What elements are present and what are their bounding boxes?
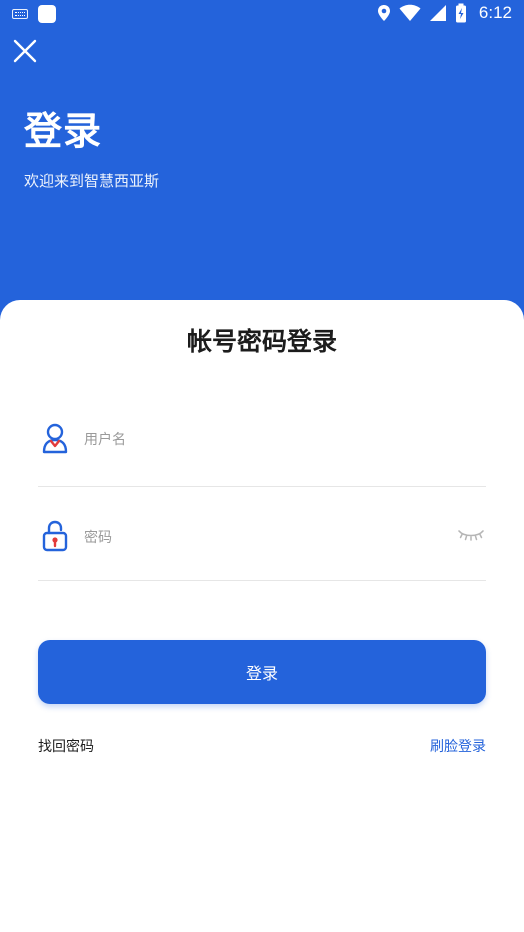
username-field (38, 410, 486, 487)
status-bar-right: 6:12 (377, 3, 512, 23)
user-icon (42, 423, 68, 454)
close-button[interactable] (10, 36, 40, 66)
header: 6:12 登录 欢迎来到智慧西亚斯 (0, 0, 524, 330)
signal-icon (429, 5, 446, 21)
face-login-link[interactable]: 刷脸登录 (430, 736, 486, 756)
keyboard-icon (12, 9, 28, 19)
login-button[interactable]: 登录 (38, 640, 486, 704)
password-field (38, 508, 486, 581)
close-icon (13, 39, 37, 63)
location-icon (377, 5, 390, 21)
password-input[interactable] (82, 522, 446, 554)
login-card: 帐号密码登录 登录 找回密码 刷脸登录 (0, 300, 524, 932)
wifi-icon (399, 4, 421, 21)
lock-icon (42, 520, 68, 552)
username-input[interactable] (82, 424, 446, 456)
card-title: 帐号密码登录 (186, 327, 337, 356)
app-square-icon (38, 5, 56, 23)
welcome-subtitle: 欢迎来到智慧西亚斯 (24, 172, 160, 190)
status-bar: 6:12 (0, 0, 524, 28)
eye-closed-icon (458, 530, 484, 541)
status-time: 6:12 (478, 3, 512, 22)
status-bar-left (12, 5, 56, 23)
forgot-password-link[interactable]: 找回密码 (38, 736, 94, 756)
password-visibility-toggle[interactable] (456, 522, 486, 546)
battery-icon (455, 3, 466, 23)
page-title: 登录 (24, 109, 103, 153)
